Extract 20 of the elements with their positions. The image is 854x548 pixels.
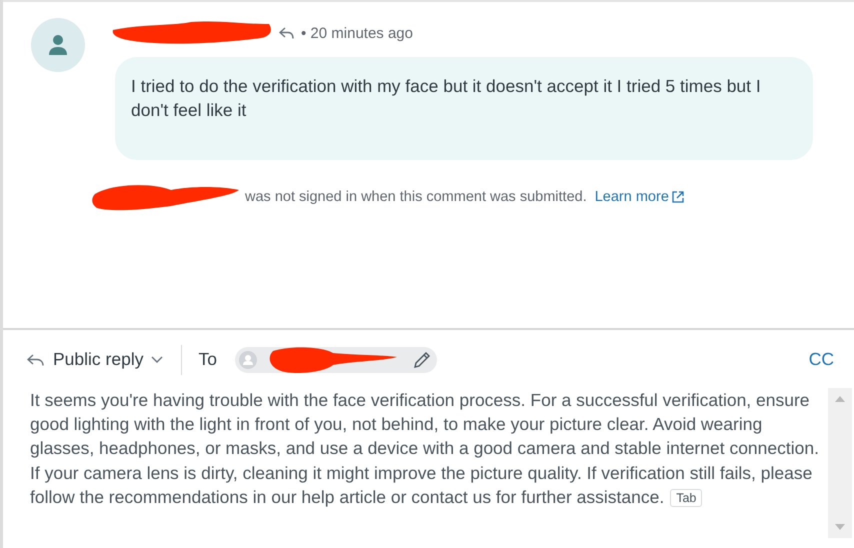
person-icon	[49, 35, 67, 55]
chevron-icon	[151, 356, 164, 364]
to-label: To	[198, 349, 217, 370]
pencil-icon[interactable]	[412, 350, 431, 368]
scroll-up-icon[interactable]	[835, 396, 845, 402]
reply-icon	[27, 352, 45, 366]
tab-key-hint: Tab	[670, 488, 702, 507]
comment-time: • 20 minutes ago	[301, 24, 413, 42]
cc-button[interactable]: CC	[808, 349, 834, 370]
reply-text[interactable]: It seems you're having trouble with the face verification process. For a successful verification, ensure good lighting with the light in front of you, not behind, to make your picture clear. Avoid wearing glasses, headphones, or masks, and use a device with a good camera and stable internet connection. If your camera lens is dirty, cleaning it might improve the picture quality. If verification still fails, please follow the recommendations in our help article or contact us for further assistance. Tab	[30, 388, 820, 548]
reply-icon	[279, 26, 295, 40]
scrollbar[interactable]	[828, 388, 852, 538]
person-icon	[238, 350, 257, 368]
comment-message: I tried to do the verification with my face but it doesn't accept it I tried 5 times but I don't feel like it	[115, 57, 813, 160]
public-reply-dropdown[interactable]: Public reply	[27, 349, 164, 370]
notice-text: was not signed in when this comment was submitted.	[245, 189, 587, 205]
scroll-down-icon[interactable]	[835, 524, 845, 530]
external-link-icon	[672, 191, 684, 203]
learn-more-link[interactable]: Learn more	[594, 189, 684, 205]
recipient-chip[interactable]	[234, 346, 437, 372]
